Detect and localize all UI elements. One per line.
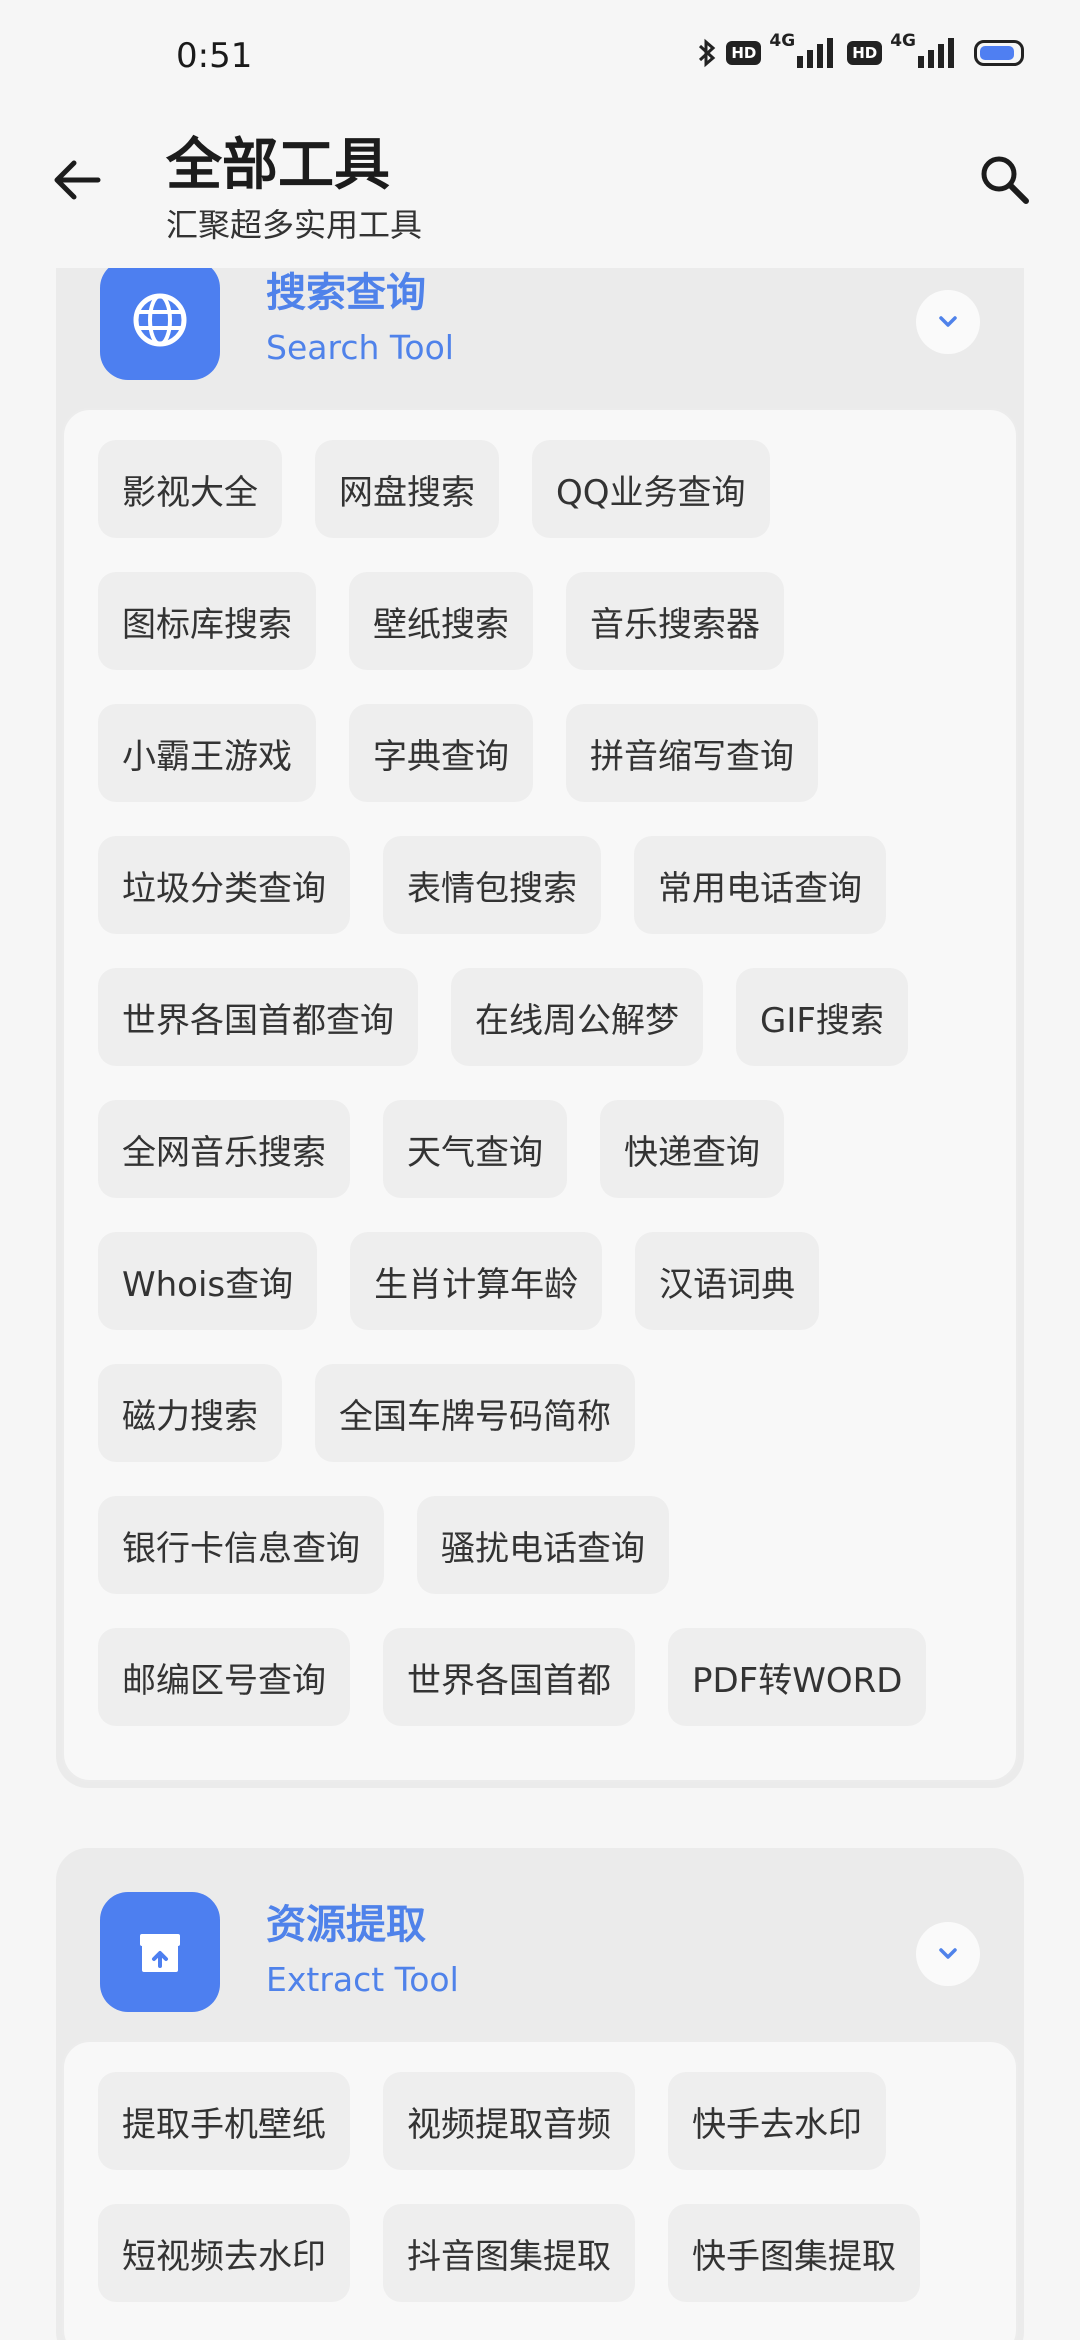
tool-chip-grid: 影视大全 网盘搜索 QQ业务查询 图标库搜索 壁纸搜索 音乐搜索器 小霸王游戏 … bbox=[62, 408, 1018, 1782]
tool-chip[interactable]: 小霸王游戏 bbox=[98, 704, 316, 802]
tool-chip[interactable]: 视频提取音频 bbox=[383, 2072, 635, 2170]
chevron-down-icon bbox=[939, 1948, 957, 1959]
tool-chip[interactable]: 磁力搜索 bbox=[98, 1364, 282, 1462]
collapse-toggle[interactable] bbox=[916, 290, 980, 354]
tool-chip[interactable]: 音乐搜索器 bbox=[566, 572, 784, 670]
section-icon-badge bbox=[100, 1892, 220, 2012]
app-header: 全部工具 汇聚超多实用工具 bbox=[0, 120, 1080, 268]
tool-chip[interactable]: 拼音缩写查询 bbox=[566, 704, 818, 802]
collapse-toggle[interactable] bbox=[916, 1922, 980, 1986]
tool-chip[interactable]: QQ业务查询 bbox=[532, 440, 770, 538]
section-search-tool: 搜索查询 Search Tool 影视大全 网盘搜索 QQ业务查询 图标库搜索 … bbox=[56, 268, 1024, 1788]
tool-chip[interactable]: 在线周公解梦 bbox=[451, 968, 703, 1066]
tool-chip[interactable]: 银行卡信息查询 bbox=[98, 1496, 384, 1594]
tool-chip[interactable]: 全国车牌号码简称 bbox=[315, 1364, 635, 1462]
chevron-down-icon bbox=[939, 316, 957, 327]
tool-chip[interactable]: 影视大全 bbox=[98, 440, 282, 538]
back-button[interactable] bbox=[48, 150, 108, 210]
archive-box-icon bbox=[140, 1934, 180, 1972]
tool-chip[interactable]: 邮编区号查询 bbox=[98, 1628, 350, 1726]
section-icon-badge bbox=[100, 268, 220, 380]
tool-chip[interactable]: Whois查询 bbox=[98, 1232, 318, 1330]
page-subtitle: 汇聚超多实用工具 bbox=[166, 206, 423, 244]
tool-chip[interactable]: 快手图集提取 bbox=[668, 2204, 920, 2302]
tool-chip[interactable]: 垃圾分类查询 bbox=[98, 836, 350, 934]
tool-chip[interactable]: 抖音图集提取 bbox=[383, 2204, 635, 2302]
tool-chip[interactable]: 天气查询 bbox=[383, 1100, 567, 1198]
tool-chip[interactable]: 短视频去水印 bbox=[98, 2204, 350, 2302]
tool-chip[interactable]: 常用电话查询 bbox=[634, 836, 886, 934]
globe-icon bbox=[133, 293, 187, 347]
signal-icon bbox=[918, 38, 954, 68]
section-extract-tool: 资源提取 Extract Tool 提取手机壁纸 视频提取音频 快手去水印 短视… bbox=[56, 1848, 1024, 2340]
network-type-label: 4G bbox=[769, 31, 796, 51]
tool-chip[interactable]: 全网音乐搜索 bbox=[98, 1100, 350, 1198]
tool-chip[interactable]: 生肖计算年龄 bbox=[350, 1232, 603, 1330]
section-title: 搜索查询 bbox=[266, 270, 426, 316]
tool-chip[interactable]: 快手去水印 bbox=[668, 2072, 886, 2170]
tool-chip[interactable]: PDF转WORD bbox=[668, 1628, 927, 1726]
tool-chip-grid: 提取手机壁纸 视频提取音频 快手去水印 短视频去水印 抖音图集提取 快手图集提取 bbox=[62, 2040, 1018, 2340]
tool-chip[interactable]: 图标库搜索 bbox=[98, 572, 316, 670]
tool-chip[interactable]: 表情包搜索 bbox=[383, 836, 601, 934]
screen: 0:51 HD 4G HD 4G 全部工具 汇聚超多实用工具 搜索查询 Sear… bbox=[0, 0, 1080, 2340]
section-subtitle: Search Tool bbox=[266, 328, 454, 367]
hd-badge: HD bbox=[847, 41, 883, 65]
tool-chip[interactable]: 壁纸搜索 bbox=[349, 572, 533, 670]
battery-icon bbox=[974, 40, 1024, 66]
network-type-label: 4G bbox=[890, 31, 916, 51]
tool-chip[interactable]: 提取手机壁纸 bbox=[98, 2072, 350, 2170]
status-time: 0:51 bbox=[176, 36, 253, 76]
tool-chip[interactable]: 世界各国首都查询 bbox=[98, 968, 418, 1066]
tool-chip[interactable]: GIF搜索 bbox=[736, 968, 908, 1066]
back-arrow-icon bbox=[54, 160, 101, 200]
signal-icon bbox=[797, 38, 834, 68]
section-title: 资源提取 bbox=[266, 1902, 426, 1948]
tool-chip[interactable]: 快递查询 bbox=[600, 1100, 784, 1198]
tool-chip[interactable]: 网盘搜索 bbox=[315, 440, 499, 538]
status-icons: HD 4G HD 4G bbox=[696, 31, 1024, 68]
tool-chip[interactable]: 世界各国首都 bbox=[383, 1628, 635, 1726]
bluetooth-icon bbox=[699, 38, 716, 68]
tool-chip[interactable]: 字典查询 bbox=[349, 704, 533, 802]
tool-chip[interactable]: 骚扰电话查询 bbox=[417, 1496, 669, 1594]
tool-chip[interactable]: 汉语词典 bbox=[635, 1232, 820, 1330]
section-subtitle: Extract Tool bbox=[266, 1960, 459, 1999]
tool-list[interactable]: 搜索查询 Search Tool 影视大全 网盘搜索 QQ业务查询 图标库搜索 … bbox=[0, 268, 1080, 2340]
status-bar: 0:51 HD 4G HD 4G bbox=[0, 0, 1080, 120]
section-header[interactable]: 搜索查询 Search Tool bbox=[56, 268, 1024, 380]
page-title: 全部工具 bbox=[166, 133, 390, 198]
search-button[interactable] bbox=[974, 150, 1034, 210]
section-header[interactable]: 资源提取 Extract Tool bbox=[56, 1848, 1024, 2012]
search-icon bbox=[981, 156, 1029, 204]
hd-badge: HD bbox=[726, 41, 762, 65]
